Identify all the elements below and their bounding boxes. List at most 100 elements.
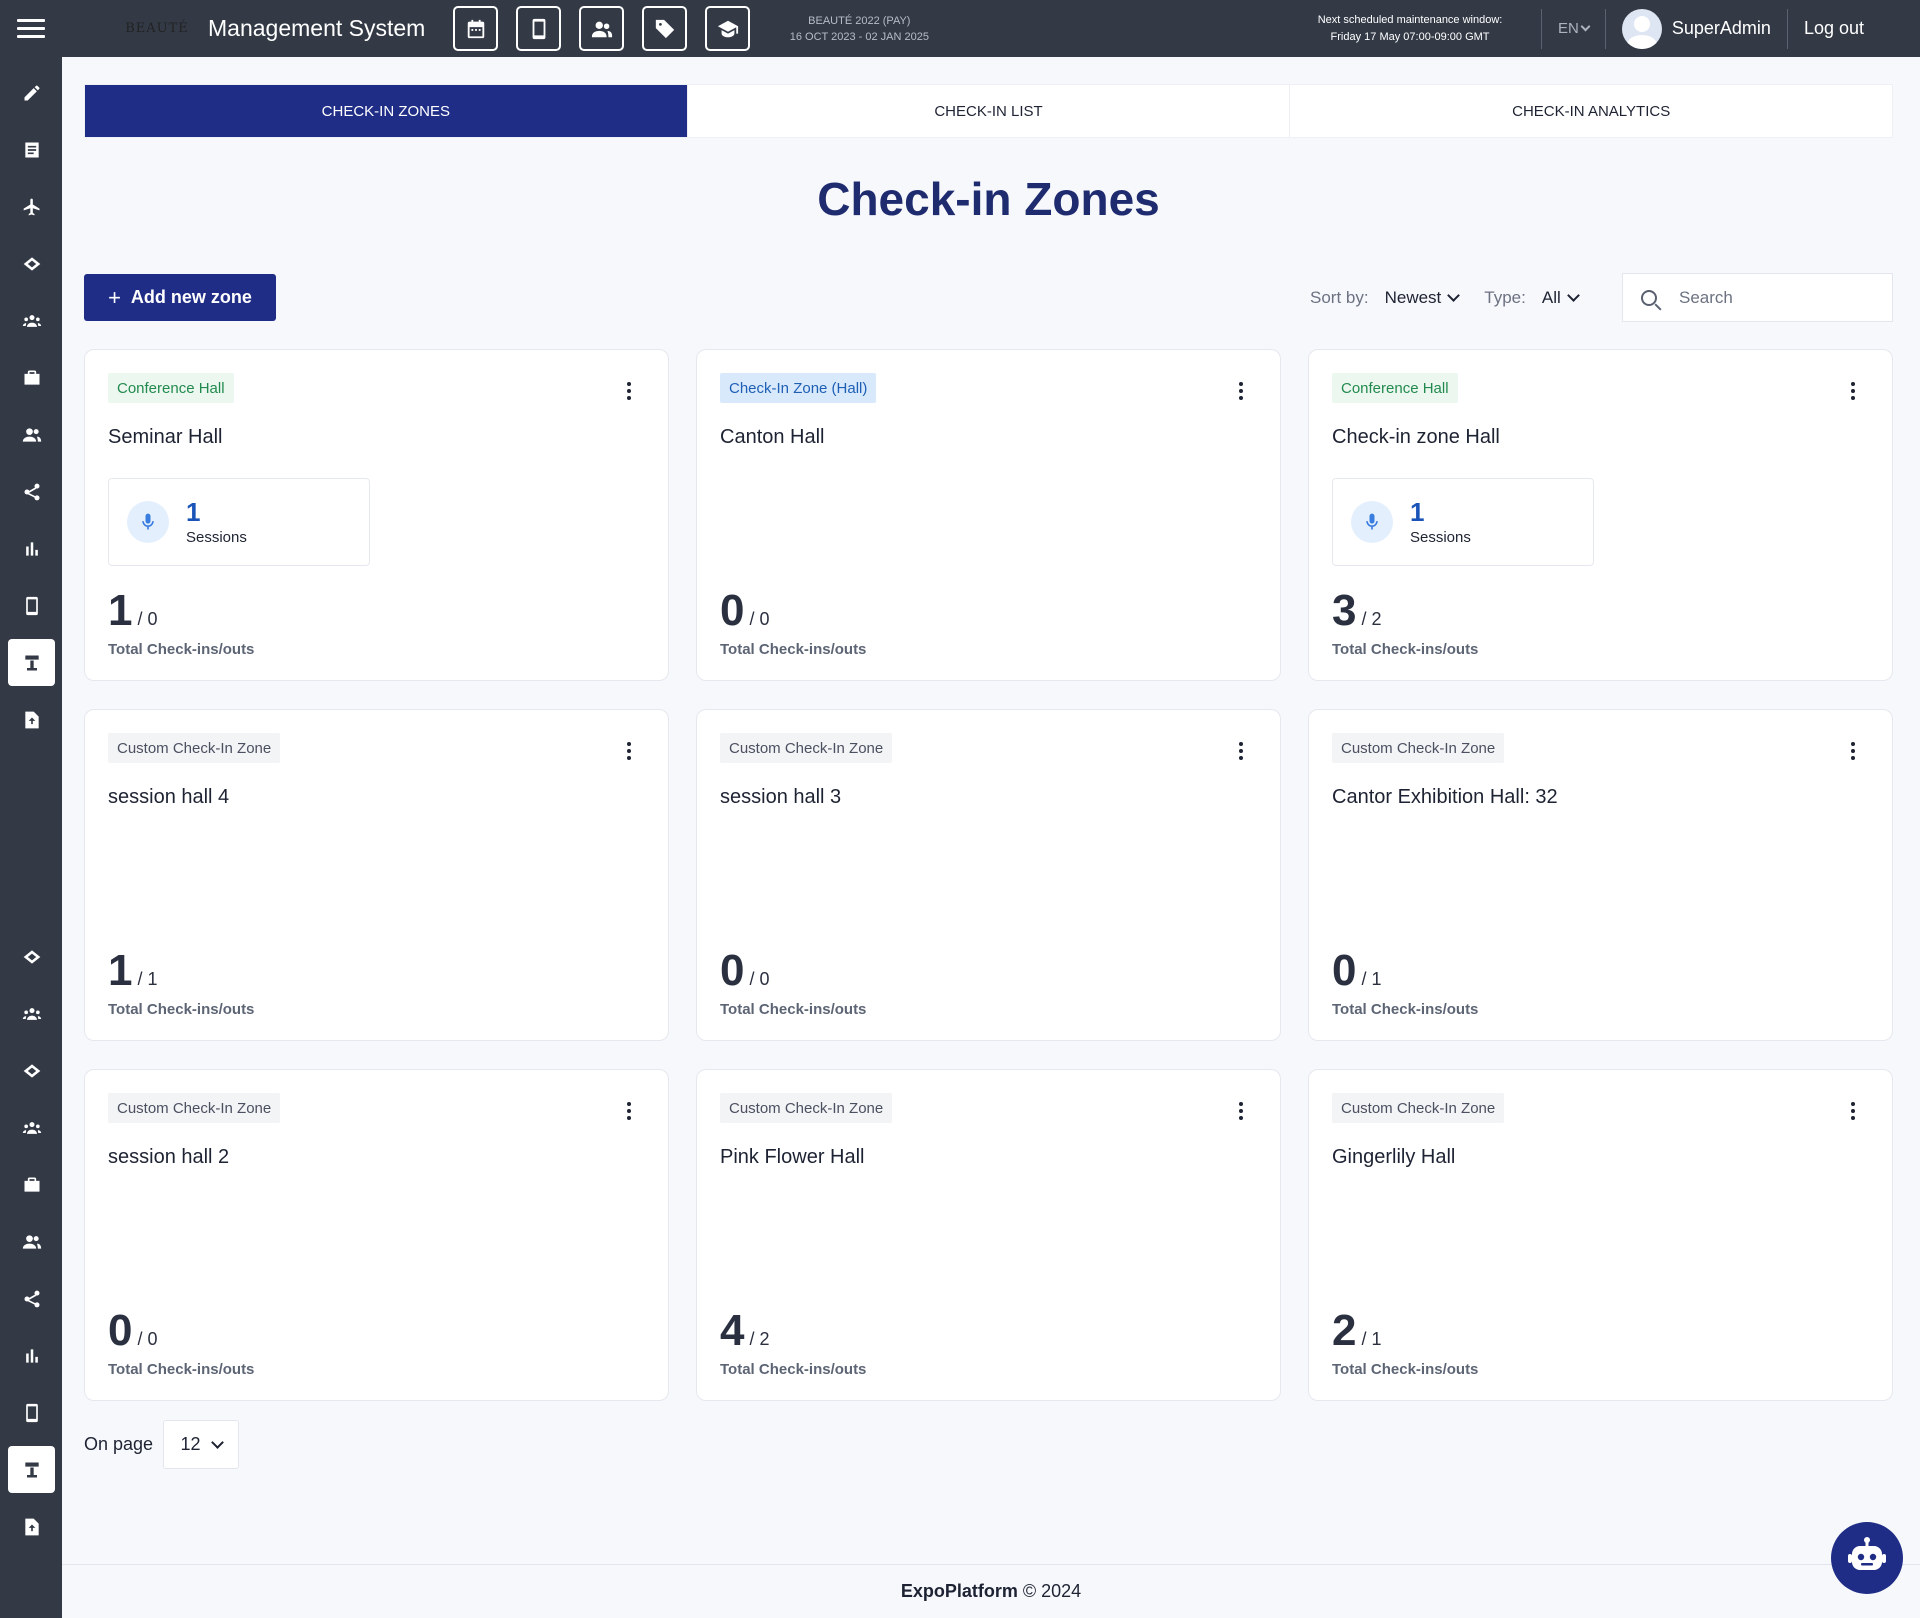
- event-name: BEAUTÉ 2022 (PAY): [808, 14, 911, 27]
- avatar[interactable]: [1621, 8, 1662, 49]
- handshake-icon: [23, 1063, 40, 1078]
- username[interactable]: SuperAdmin: [1672, 18, 1771, 39]
- more-options-icon[interactable]: [1850, 382, 1856, 400]
- search-input[interactable]: [1679, 287, 1879, 308]
- pagination: On page 12: [84, 1420, 240, 1469]
- divider: [1786, 8, 1788, 49]
- list-icon: [24, 142, 39, 157]
- graduation-button[interactable]: [705, 6, 751, 51]
- checkin-counts: 1/ 1: [108, 946, 158, 996]
- more-options-icon[interactable]: [626, 1102, 632, 1120]
- checkin-count: 4: [720, 1306, 745, 1355]
- zone-card[interactable]: Check-In Zone (Hall) Canton Hall 0/ 0 Total…: [696, 349, 1281, 681]
- zone-card[interactable]: Custom Check-In Zone session hall 2 0/ 0 To…: [84, 1069, 669, 1401]
- sessions-count: 1: [1410, 497, 1425, 527]
- pencil-icon: [24, 85, 39, 100]
- more-options-icon[interactable]: [1850, 1102, 1856, 1120]
- zone-type-badge: Custom Check-In Zone: [108, 733, 281, 763]
- logout-link[interactable]: Log out: [1804, 18, 1864, 39]
- sidebar-item-groups[interactable]: [8, 297, 55, 344]
- zone-name: Seminar Hall: [108, 426, 223, 448]
- chatbot-button[interactable]: [1831, 1522, 1903, 1594]
- zone-name: session hall 3: [720, 786, 842, 808]
- sidebar-item-mobile[interactable]: [8, 1389, 55, 1436]
- sidebar-item-analytics[interactable]: [8, 525, 55, 572]
- plane-icon: [23, 198, 39, 215]
- maintenance-line-1: Next scheduled maintenance window:: [1317, 13, 1503, 26]
- add-zone-button[interactable]: + Add new zone: [84, 274, 276, 321]
- sidebar-item-travel[interactable]: [8, 183, 55, 230]
- sidebar-item-analytics[interactable]: [8, 1332, 55, 1379]
- zone-name: Check-in zone Hall: [1332, 426, 1500, 448]
- users-icon: [22, 427, 41, 442]
- sidebar-item-upload[interactable]: [8, 1503, 55, 1550]
- footer-copyright: © 2024: [1022, 1581, 1082, 1601]
- sessions-box[interactable]: 1 Sessions: [108, 478, 370, 566]
- sidebar-item-partners[interactable]: [8, 1047, 55, 1094]
- more-options-icon[interactable]: [626, 742, 632, 760]
- zone-card[interactable]: Conference Hall Seminar Hall 1 Sessions 1/ 0…: [84, 349, 669, 681]
- footer: ExpoPlatform © 2024: [62, 1564, 1920, 1618]
- zone-card[interactable]: Custom Check-In Zone Pink Flower Hall 4/ 2…: [696, 1069, 1281, 1401]
- more-options-icon[interactable]: [1238, 382, 1244, 400]
- type-select[interactable]: All: [1542, 288, 1580, 308]
- sort-select[interactable]: Newest: [1385, 288, 1461, 308]
- zone-card[interactable]: Custom Check-In Zone Cantor Exhibition Ha…: [1308, 709, 1893, 1041]
- event-logo[interactable]: BEAUTÉ: [122, 21, 192, 36]
- briefcase-icon: [24, 1177, 39, 1192]
- more-options-icon[interactable]: [1238, 1102, 1244, 1120]
- tab-checkin-list[interactable]: CHECK-IN LIST: [688, 85, 1291, 137]
- sidebar: [0, 57, 62, 1618]
- zone-type-badge: Check-In Zone (Hall): [720, 373, 877, 403]
- sidebar-item-partners[interactable]: [8, 240, 55, 287]
- sidebar-item-edit[interactable]: [8, 69, 55, 116]
- sidebar-item-users[interactable]: [8, 411, 55, 458]
- divider: [1604, 8, 1606, 49]
- calendar-button[interactable]: [453, 6, 499, 51]
- sidebar-item-share[interactable]: [8, 1275, 55, 1322]
- sidebar-item-upload[interactable]: [8, 696, 55, 743]
- mobile-icon: [25, 596, 38, 615]
- top-bar: BEAUTÉ Management System BEAUTÉ 2022 (PA…: [0, 0, 1920, 57]
- menu-icon[interactable]: [0, 0, 62, 57]
- tablet-button[interactable]: [516, 6, 562, 51]
- more-options-icon[interactable]: [1850, 742, 1856, 760]
- zone-card[interactable]: Conference Hall Check-in zone Hall 1 Sessio…: [1308, 349, 1893, 681]
- sidebar-item-checkin[interactable]: [8, 639, 55, 686]
- zone-type-badge: Conference Hall: [108, 373, 234, 403]
- zone-card[interactable]: Custom Check-In Zone session hall 4 1/ 1 To…: [84, 709, 669, 1041]
- sidebar-item-groups[interactable]: [8, 1104, 55, 1151]
- group-icon: [22, 314, 41, 327]
- tab-checkin-zones[interactable]: CHECK-IN ZONES: [85, 85, 688, 137]
- sessions-count: 1: [186, 497, 201, 527]
- zone-card[interactable]: Custom Check-In Zone Gingerlily Hall 2/ 1 T…: [1308, 1069, 1893, 1401]
- more-options-icon[interactable]: [1238, 742, 1244, 760]
- more-options-icon[interactable]: [626, 382, 632, 400]
- sidebar-item-checkin[interactable]: [8, 1446, 55, 1493]
- page-size-select[interactable]: 12: [163, 1420, 240, 1469]
- zone-card[interactable]: Custom Check-In Zone session hall 3 0/ 0 To…: [696, 709, 1281, 1041]
- sidebar-item-exhibitors[interactable]: [8, 354, 55, 401]
- sessions-box[interactable]: 1 Sessions: [1332, 478, 1594, 566]
- checkin-count: 0: [720, 946, 745, 995]
- total-checkins-label: Total Check-ins/outs: [108, 1361, 255, 1378]
- tablet-icon: [532, 18, 546, 39]
- checkin-count: 1: [108, 946, 133, 995]
- sidebar-item-users[interactable]: [8, 1218, 55, 1265]
- language-select[interactable]: EN: [1558, 20, 1591, 37]
- sidebar-item-exhibitors[interactable]: [8, 1161, 55, 1208]
- checkout-count: / 0: [749, 969, 770, 989]
- sidebar-item-groups[interactable]: [8, 990, 55, 1037]
- total-checkins-label: Total Check-ins/outs: [108, 1001, 255, 1018]
- total-checkins-label: Total Check-ins/outs: [1332, 641, 1479, 658]
- sidebar-item-share[interactable]: [8, 468, 55, 515]
- sidebar-item-partners[interactable]: [8, 933, 55, 980]
- people-button[interactable]: [579, 6, 625, 51]
- event-dates: 16 OCT 2023 - 02 JAN 2025: [789, 30, 929, 43]
- tag-button[interactable]: [642, 6, 688, 51]
- tab-checkin-analytics[interactable]: CHECK-IN ANALYTICS: [1290, 85, 1892, 137]
- divider: [1541, 8, 1543, 49]
- sidebar-item-list[interactable]: [8, 126, 55, 173]
- sidebar-item-mobile[interactable]: [8, 582, 55, 629]
- event-info[interactable]: BEAUTÉ 2022 (PAY) 16 OCT 2023 - 02 JAN 2…: [774, 13, 944, 45]
